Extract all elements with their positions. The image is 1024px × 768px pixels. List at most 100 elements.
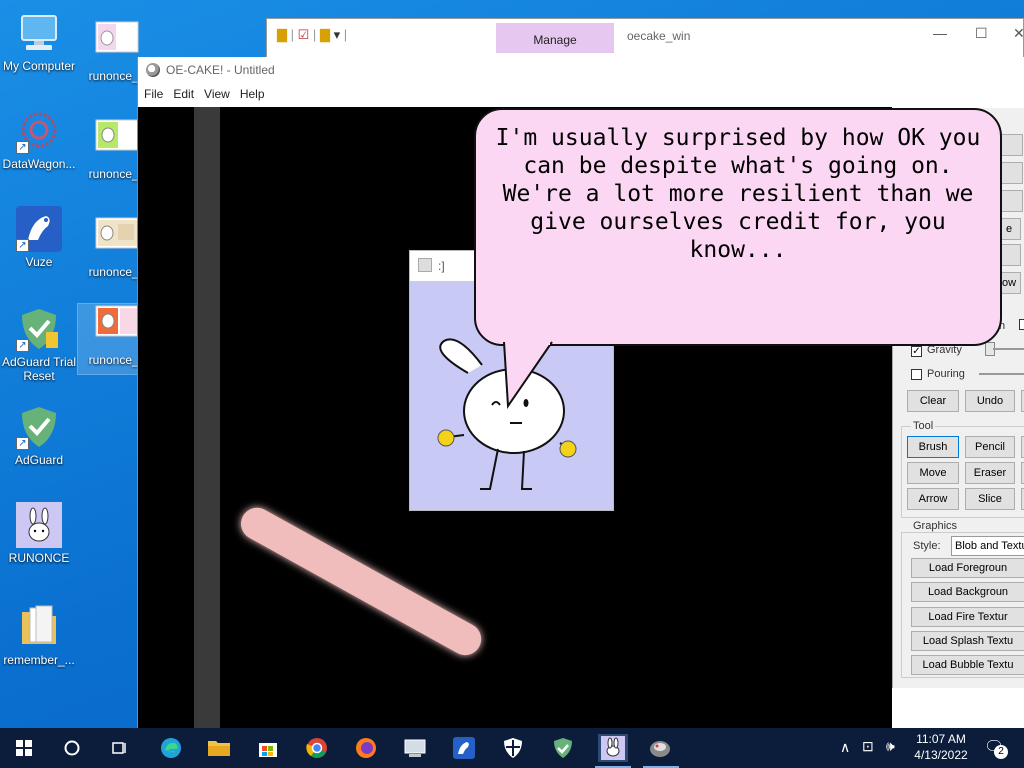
menu-file[interactable]: File: [144, 83, 171, 105]
desktop-icon-label: Vuze: [25, 255, 53, 269]
speech-bubble-tail: [503, 340, 553, 409]
window-title: OE-CAKE! - Untitled: [166, 63, 275, 77]
explorer-title: oecake_win: [627, 29, 691, 43]
gravity-slider-track[interactable]: [993, 348, 1024, 350]
desktop-icon-vuze[interactable]: ↗ Vuze: [0, 206, 78, 269]
load-fire-texture-button[interactable]: Load Fire Textur: [911, 607, 1024, 627]
properties-icon[interactable]: ☑: [298, 27, 310, 42]
chevron-up-icon[interactable]: ∧: [840, 739, 850, 756]
undo-button[interactable]: Undo: [965, 390, 1015, 412]
oecake-titlebar[interactable]: OE-CAKE! - Untitled: [138, 57, 1024, 83]
panel-checkbox-partial[interactable]: [1019, 319, 1024, 330]
load-background-button[interactable]: Load Backgroun: [911, 582, 1024, 602]
volume-icon[interactable]: 🕪: [886, 738, 895, 755]
menu-bar: File Edit View Help: [138, 83, 1024, 105]
bunny-icon: [16, 502, 62, 548]
taskbar: ∧ ⊡ 🕪 11:07 AM 4/13/2022 🗨 2: [0, 728, 1024, 768]
chevron-down-icon[interactable]: ▾: [334, 27, 341, 42]
bunny-icon: [418, 258, 432, 272]
computer-icon: [16, 10, 62, 56]
folder-icon: [16, 604, 62, 650]
image-file-icon: [94, 216, 140, 262]
image-file-icon: [94, 304, 140, 350]
vuze-taskbar-icon[interactable]: [450, 734, 478, 762]
separator: |: [290, 27, 295, 42]
desktop-icon-my-computer[interactable]: My Computer: [0, 10, 78, 73]
arrow-tool-button[interactable]: Arrow: [907, 488, 959, 510]
security-shield-icon[interactable]: [499, 734, 527, 762]
minimize-icon[interactable]: —: [933, 25, 947, 41]
speech-bubble: I'm usually surprised by how OK you can …: [474, 108, 1002, 346]
desktop-icon-label: My Computer: [2, 59, 76, 73]
bubble-text: I'm usually surprised by how OK you can …: [495, 125, 981, 263]
move-tool-button[interactable]: Move: [907, 462, 959, 484]
slice-tool-button[interactable]: Slice: [965, 488, 1015, 510]
pouring-label: Pouring: [927, 368, 965, 380]
notification-center[interactable]: 🗨 2: [980, 728, 1016, 768]
pouring-checkbox[interactable]: [911, 369, 922, 380]
edge-browser-icon[interactable]: [157, 734, 185, 762]
explorer-window: ▇ | ☑ | ▇ ▾ | Manage oecake_win — ☐ ✕: [266, 18, 1024, 58]
desktop-icon-remember[interactable]: remember_...: [0, 604, 78, 667]
maximize-icon[interactable]: ☐: [975, 25, 988, 42]
brush-tool-button[interactable]: Brush: [907, 436, 959, 458]
search-icon[interactable]: [58, 734, 86, 762]
desktop-icon-datawagon[interactable]: ↗ DataWagon...: [0, 108, 78, 171]
shortcut-arrow-icon: ↗: [16, 239, 29, 252]
shortcut-arrow-icon: ↗: [16, 437, 29, 450]
image-file-icon: [94, 20, 140, 66]
character-window-title: :]: [438, 259, 445, 273]
notification-badge: 2: [994, 745, 1008, 759]
menu-edit[interactable]: Edit: [173, 83, 202, 105]
clock[interactable]: 11:07 AM 4/13/2022: [912, 728, 970, 768]
task-view-icon[interactable]: [105, 734, 133, 762]
chrome-icon[interactable]: [303, 734, 331, 762]
desktop-icon-label: AdGuard Trial Reset: [1, 355, 77, 383]
clock-date: 4/13/2022: [914, 748, 968, 762]
desktop-icon-adguard[interactable]: ↗ AdGuard: [0, 404, 78, 467]
oecake-taskbar-icon[interactable]: [646, 734, 674, 762]
load-foreground-button[interactable]: Load Foregroun: [911, 558, 1024, 578]
quick-access-toolbar[interactable]: ▇ | ☑ | ▇ ▾ |: [277, 27, 347, 43]
tab-manage[interactable]: Manage: [496, 23, 614, 53]
oecake-app-icon: [146, 63, 160, 77]
desktop-icon-label: AdGuard: [14, 453, 64, 467]
firefox-icon[interactable]: [352, 734, 380, 762]
network-icon[interactable]: ⊡: [862, 738, 874, 755]
adguard-taskbar-icon[interactable]: [549, 734, 577, 762]
vuze-frog-icon: ↗: [16, 206, 62, 252]
clear-button[interactable]: Clear: [907, 390, 959, 412]
separator: |: [343, 27, 348, 42]
clock-time: 11:07 AM: [916, 732, 966, 746]
system-tray: ∧ ⊡ 🕪: [838, 728, 908, 768]
eraser-tool-button[interactable]: Eraser: [965, 462, 1015, 484]
computer-app-icon[interactable]: [401, 734, 429, 762]
new-folder-icon[interactable]: ▇: [320, 27, 330, 42]
desktop-icon-runonce[interactable]: RUNONCE: [0, 502, 78, 565]
desktop-icon-adguard-trial-reset[interactable]: ↗ AdGuard Trial Reset: [0, 306, 78, 383]
gravity-checkbox[interactable]: ✓: [911, 346, 922, 357]
desktop-icon-label: RUNONCE: [8, 551, 70, 565]
style-label: Style:: [913, 540, 941, 552]
menu-help[interactable]: Help: [240, 83, 273, 105]
shortcut-arrow-icon: ↗: [16, 141, 29, 154]
adguard-shield-icon: ↗: [16, 306, 62, 352]
load-splash-texture-button[interactable]: Load Splash Textu: [911, 631, 1024, 651]
pouring-slider-track[interactable]: [979, 373, 1024, 375]
graphics-group-label: Graphics: [911, 520, 960, 532]
image-file-icon: [94, 118, 140, 164]
folder-icon[interactable]: ▇: [277, 27, 287, 42]
load-bubble-texture-button[interactable]: Load Bubble Textu: [911, 655, 1024, 675]
canvas-wall: [194, 107, 220, 728]
shortcut-arrow-icon: ↗: [16, 339, 29, 352]
windows-start-icon[interactable]: [10, 734, 38, 762]
runonce-taskbar-icon[interactable]: [598, 734, 628, 762]
pencil-tool-button[interactable]: Pencil: [965, 436, 1015, 458]
microsoft-store-icon[interactable]: [254, 734, 282, 762]
desktop-icon-label: remember_...: [3, 653, 75, 667]
desktop-icon-label: DataWagon...: [2, 157, 76, 171]
style-select[interactable]: Blob and Textu: [951, 536, 1024, 556]
file-explorer-icon[interactable]: [205, 734, 233, 762]
close-icon[interactable]: ✕: [1013, 25, 1024, 42]
menu-view[interactable]: View: [204, 83, 238, 105]
